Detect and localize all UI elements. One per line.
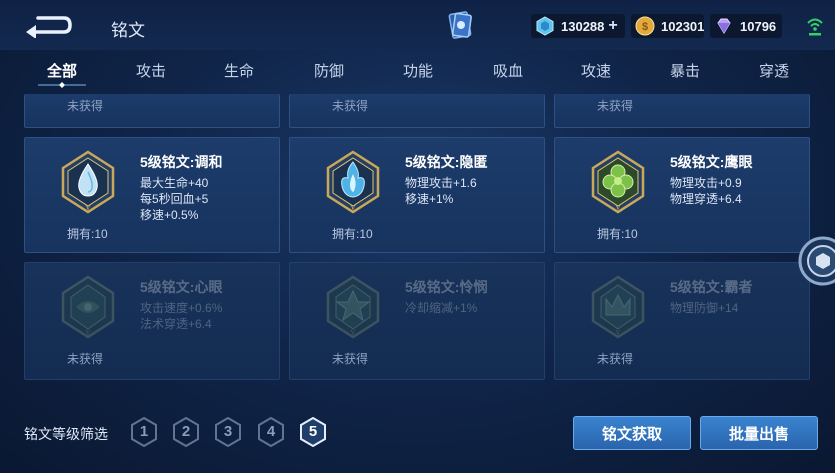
svg-text:V: V [85, 329, 90, 337]
level-filter-label: 铭文等级筛选 [24, 426, 108, 442]
level-number: 3 [223, 423, 233, 440]
rune-card-stealth[interactable]: V 5级铭文:隐匿 物理攻击+1.6 移速+1% 拥有:10 [289, 137, 545, 253]
svg-text:V: V [615, 204, 620, 212]
rune-card-hawkeye[interactable]: V 5级铭文:鹰眼 物理攻击+0.9 物理穿透+6.4 拥有:10 [554, 137, 810, 253]
signal-icon [807, 18, 823, 36]
rune-card[interactable]: 未获得 [289, 94, 545, 128]
gold-counter: $ 102301 [631, 14, 704, 38]
svg-text:$: $ [642, 21, 648, 33]
rune-card-mercy[interactable]: V 5级铭文:怜悯 冷却缩减+1% 未获得 [289, 262, 545, 380]
rune-name: 5级铭文:鹰眼 [670, 154, 753, 170]
rune-stat: 冷却缩减+1% [405, 301, 478, 315]
eye-rune-icon: V [61, 275, 115, 339]
level-filter-1[interactable]: 1 [129, 416, 159, 448]
diamond-counter: 130288 + [531, 14, 625, 38]
level-number: 2 [181, 423, 191, 440]
gold-value: 102301 [661, 18, 705, 34]
tab-health[interactable]: 生命 [224, 60, 254, 81]
rune-stat: 物理攻击+1.6 [405, 176, 477, 190]
rune-name: 5级铭文:隐匿 [405, 154, 488, 170]
level-filter-2[interactable]: 2 [171, 416, 201, 448]
level-number: 5 [308, 423, 318, 440]
rune-status: 未获得 [597, 352, 634, 366]
rune-name: 5级铭文:调和 [140, 154, 223, 170]
tab-all[interactable]: 全部 [47, 60, 77, 81]
rune-acquire-button[interactable]: 铭文获取 [573, 416, 691, 450]
svg-text:V: V [350, 329, 355, 337]
page-title: 铭文 [111, 21, 145, 40]
rune-status: 未获得 [67, 352, 104, 366]
svg-text:V: V [350, 204, 355, 212]
tab-attack[interactable]: 攻击 [136, 60, 166, 81]
rune-stat: 移速+1% [405, 192, 454, 206]
rune-stat: 法术穿透+6.4 [140, 317, 212, 331]
level-filter-5[interactable]: 5 [298, 416, 328, 448]
crown-rune-icon: V [591, 275, 645, 339]
rune-stats: 最大生命+40 每5秒回血+5 移速+0.5% [140, 175, 208, 223]
rune-card-harmony[interactable]: V 5级铭文:调和 最大生命+40 每5秒回血+5 移速+0.5% 拥有:10 [24, 137, 280, 253]
rune-owned-count: 拥有:10 [332, 227, 373, 241]
category-tabs: 全部 攻击 生命 防御 功能 吸血 攻速 暴击 穿透 [0, 52, 835, 90]
rune-stat: 移速+0.5% [140, 208, 199, 222]
rune-stat: 攻击速度+0.6% [140, 301, 223, 315]
rune-stat: 最大生命+40 [140, 176, 209, 190]
level-filter-3[interactable]: 3 [213, 416, 243, 448]
back-button[interactable] [22, 12, 74, 39]
side-drawer-handle[interactable] [798, 236, 835, 286]
rune-status: 未获得 [332, 99, 369, 113]
rune-book-icon [448, 11, 472, 39]
rune-stat: 每5秒回血+5 [140, 192, 209, 206]
rune-stats: 攻击速度+0.6% 法术穿透+6.4 [140, 300, 222, 332]
rune-book-button[interactable] [446, 10, 474, 40]
bulk-sell-button[interactable]: 批量出售 [700, 416, 818, 450]
rune-status: 未获得 [67, 99, 104, 113]
gem-icon [717, 18, 731, 34]
back-arrow-icon [26, 16, 72, 39]
tab-lifesteal[interactable]: 吸血 [493, 60, 523, 81]
gem-value: 10796 [740, 18, 777, 34]
teardrop-rune-icon: V [61, 150, 115, 214]
rune-grid: 未获得 未获得 未获得 V 5级铭文:调和 最大生命+40 每5秒回血+5 移速… [0, 94, 835, 394]
level-number: 1 [139, 423, 149, 440]
plus-icon[interactable]: + [608, 17, 617, 35]
rune-status: 未获得 [332, 352, 369, 366]
rune-stat: 物理防御+14 [670, 301, 739, 315]
rune-name: 5级铭文:怜悯 [405, 279, 488, 295]
rune-stats: 物理攻击+0.9 物理穿透+6.4 [670, 175, 742, 207]
tab-attack-speed[interactable]: 攻速 [581, 60, 611, 81]
bottom-bar: 铭文等级筛选 1 2 3 4 5 铭文获取 批量出售 [0, 400, 835, 473]
flame-rune-icon: V [326, 150, 380, 214]
star-rune-icon: V [326, 275, 380, 339]
rune-screen: 铭文 130288 + $ 102301 10796 全部 攻击 生命 防御 功… [0, 0, 835, 473]
gem-counter: 10796 [710, 14, 782, 38]
tab-penetration[interactable]: 穿透 [759, 60, 789, 81]
rune-name: 5级铭文:心眼 [140, 279, 223, 295]
tab-crit[interactable]: 暴击 [670, 60, 700, 81]
clover-rune-icon: V [591, 150, 645, 214]
rune-stats: 物理防御+14 [670, 300, 738, 316]
tab-utility[interactable]: 功能 [403, 60, 433, 81]
rune-stat: 物理穿透+6.4 [670, 192, 742, 206]
gold-coin-icon: $ [635, 16, 655, 36]
rune-card-mind-eye[interactable]: V 5级铭文:心眼 攻击速度+0.6% 法术穿透+6.4 未获得 [24, 262, 280, 380]
tab-defense[interactable]: 防御 [314, 60, 344, 81]
rune-stat: 物理攻击+0.9 [670, 176, 742, 190]
rune-name: 5级铭文:霸者 [670, 279, 753, 295]
rune-card[interactable]: 未获得 [554, 94, 810, 128]
svg-text:V: V [615, 329, 620, 337]
rune-stats: 物理攻击+1.6 移速+1% [405, 175, 477, 207]
level-filter-4[interactable]: 4 [256, 416, 286, 448]
active-tab-indicator [38, 82, 86, 88]
rune-card[interactable]: 未获得 [24, 94, 280, 128]
rune-owned-count: 拥有:10 [597, 227, 638, 241]
rune-stats: 冷却缩减+1% [405, 300, 477, 316]
rune-card-overlord[interactable]: V 5级铭文:霸者 物理防御+14 未获得 [554, 262, 810, 380]
top-bar: 铭文 130288 + $ 102301 10796 [0, 0, 835, 50]
rune-status: 未获得 [597, 99, 634, 113]
diamond-value: 130288 [561, 18, 605, 34]
svg-text:V: V [85, 204, 90, 212]
level-number: 4 [266, 423, 276, 440]
rune-owned-count: 拥有:10 [67, 227, 108, 241]
diamond-icon [536, 16, 554, 36]
